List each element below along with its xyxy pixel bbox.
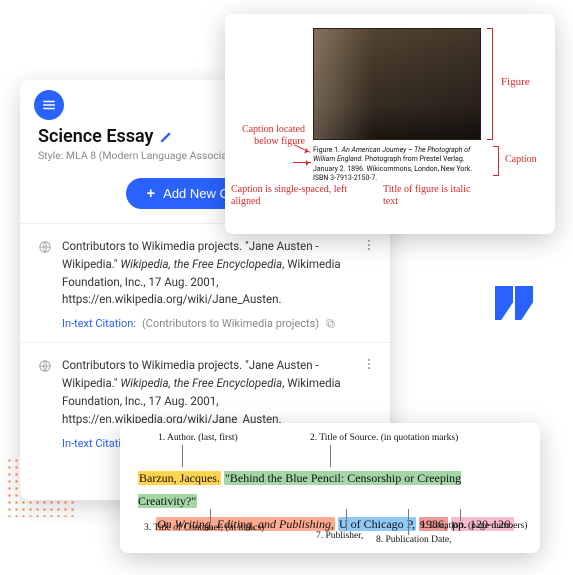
citation-text: Contributors to Wikimedia projects. "Jan… [62, 238, 372, 309]
caption-bracket [493, 146, 499, 176]
annotation-title: 2. Title of Source. (in quotation marks) [310, 433, 458, 443]
figure-bracket [487, 28, 493, 140]
globe-icon [38, 359, 52, 373]
edit-title-button[interactable] [159, 130, 173, 144]
figure-caption-text: Figure 1. An American Journey – The Phot… [313, 146, 489, 184]
intext-label: In-text Citation: [62, 317, 136, 330]
annotation-title-italic: Title of figure is italic text [383, 184, 473, 208]
annotation-publisher: 7. Publisher, [316, 531, 363, 541]
annotation-caption: Caption [505, 154, 537, 166]
annotation-arrow [293, 162, 311, 163]
annotation-line [346, 509, 347, 531]
figure-image [313, 28, 481, 140]
citation-more-button[interactable] [362, 357, 376, 371]
quote-marks-decoration [495, 286, 533, 320]
citation-item: Contributors to Wikimedia projects. "Jan… [20, 223, 390, 342]
intext-value: (Contributors to Wikimedia projects) [142, 317, 319, 330]
annotation-location: 9. Location. (page numbers) [420, 521, 527, 531]
annotation-figure: Figure [501, 76, 530, 89]
annotation-line [460, 509, 461, 521]
annotation-container: 3. Title of Container, (in italics) [144, 523, 264, 533]
menu-button[interactable] [34, 90, 64, 120]
mla-breakdown-card: 1. Author. (last, first) 2. Title of Sou… [120, 423, 540, 553]
annotation-date: 8. Publication Date, [376, 535, 451, 545]
mla-author: Barzun, Jacques. [138, 471, 221, 485]
style-label: Style: [38, 149, 63, 162]
document-title: Science Essay [38, 126, 153, 147]
annotation-line [182, 445, 183, 467]
annotation-author: 1. Author. (last, first) [158, 433, 238, 443]
globe-icon [38, 240, 52, 254]
annotation-line [330, 445, 331, 467]
citation-text: Contributors to Wikimedia projects. "Jan… [62, 357, 372, 428]
annotation-line [210, 509, 211, 523]
figure-caption-guide-card: Figure 1. An American Journey – The Phot… [225, 14, 555, 234]
annotation-line [408, 509, 409, 535]
copy-intext-button[interactable] [325, 318, 336, 329]
mla-publisher: U of Chicago P, [338, 517, 416, 531]
annotation-single-spaced: Caption is single-spaced, left aligned [231, 184, 351, 208]
citation-more-button[interactable] [362, 238, 376, 252]
hamburger-icon [42, 98, 56, 112]
intext-citation-row: In-text Citation: (Contributors to Wikim… [62, 317, 372, 330]
plus-icon: + [146, 186, 155, 201]
